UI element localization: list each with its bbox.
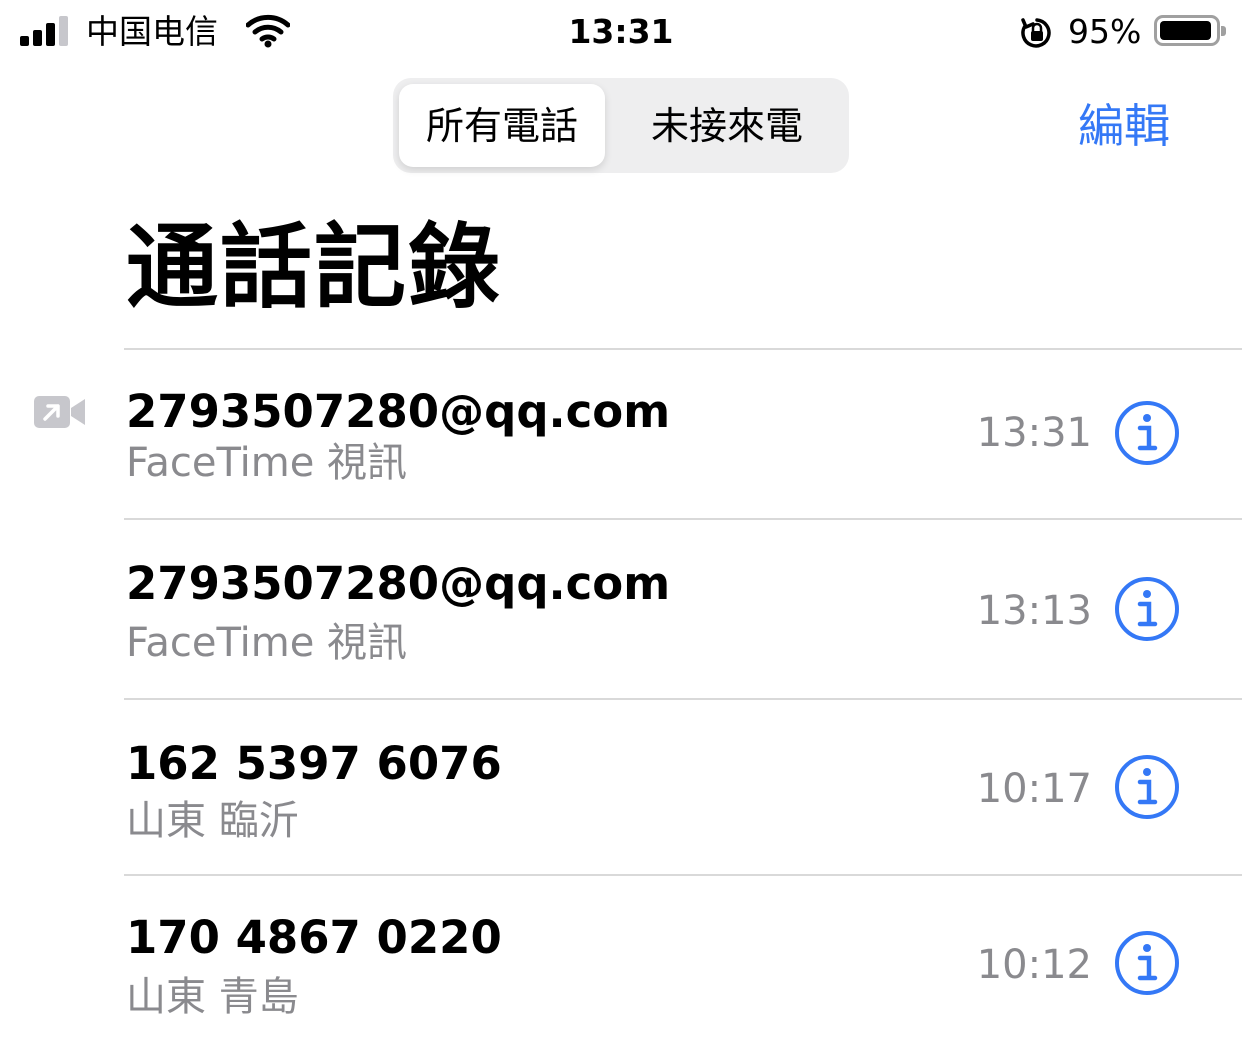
recents-screen: 中国电信 13:31 95% 所有電話 未接來電 編輯 通話記錄 2793507… xyxy=(0,0,1242,1049)
info-icon[interactable] xyxy=(1114,400,1180,466)
call-type: FaceTime 視訊 xyxy=(126,620,408,666)
call-row[interactable]: 2793507280@qq.com FaceTime 視訊 13:31 xyxy=(0,350,1242,518)
rotation-lock-icon xyxy=(1021,18,1051,48)
call-contact: 2793507280@qq.com xyxy=(126,385,671,438)
call-row[interactable]: 170 4867 0220 山東 青島 10:12 xyxy=(0,876,1242,1048)
call-time: 13:13 xyxy=(976,588,1092,634)
call-time: 10:17 xyxy=(976,766,1092,812)
call-row[interactable]: 2793507280@qq.com FaceTime 視訊 13:13 xyxy=(0,520,1242,698)
segment-missed-calls[interactable]: 未接來電 xyxy=(611,84,843,167)
call-time: 10:12 xyxy=(976,942,1092,988)
call-time: 13:31 xyxy=(976,410,1092,456)
call-contact: 162 5397 6076 xyxy=(126,737,502,790)
call-contact: 170 4867 0220 xyxy=(126,911,502,964)
call-row[interactable]: 162 5397 6076 山東 臨沂 10:17 xyxy=(0,700,1242,874)
info-icon[interactable] xyxy=(1114,576,1180,642)
battery-level-fill xyxy=(1160,21,1212,40)
battery-percentage: 95% xyxy=(1068,12,1142,51)
status-bar: 中国电信 13:31 95% xyxy=(0,0,1242,64)
segment-all-calls[interactable]: 所有電話 xyxy=(399,84,605,167)
call-contact: 2793507280@qq.com xyxy=(126,557,671,610)
status-time: 13:31 xyxy=(568,12,674,51)
call-location: 山東 青島 xyxy=(126,974,299,1020)
info-icon[interactable] xyxy=(1114,930,1180,996)
call-location: 山東 臨沂 xyxy=(126,798,299,844)
battery-icon xyxy=(1154,15,1226,46)
call-type: FaceTime 視訊 xyxy=(126,440,408,486)
page-title: 通話記錄 xyxy=(126,214,503,321)
calls-filter-segmented-control: 所有電話 未接來電 xyxy=(393,78,849,173)
facetime-outgoing-icon xyxy=(34,396,85,428)
edit-button[interactable]: 編輯 xyxy=(1078,98,1170,154)
info-icon[interactable] xyxy=(1114,754,1180,820)
